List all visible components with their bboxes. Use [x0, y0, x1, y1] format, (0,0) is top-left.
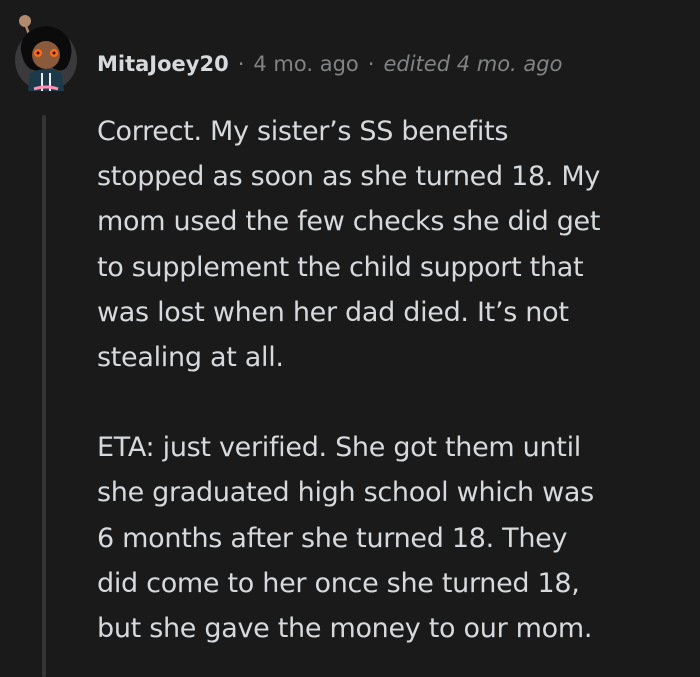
meta-separator: · [237, 52, 245, 76]
edited-label: edited 4 mo. ago [383, 52, 563, 76]
comment-line: but she gave the money to our mom. [97, 613, 593, 645]
comment-line: Correct. My sister’s SS benefits [97, 116, 509, 147]
comment-line: did come to her once she turned 18, [97, 567, 580, 599]
avatar[interactable] [12, 15, 78, 91]
comment-line: stealing at all. [97, 342, 284, 374]
username-link[interactable]: MitaJoey20 [97, 47, 229, 81]
comment-meta: MitaJoey20 · 4 mo. ago · edited 4 mo. ag… [97, 47, 562, 81]
comment-line: mom used the few checks she did get [97, 206, 601, 238]
snoo-avatar-icon [15, 15, 77, 91]
comment-line: ETA: just verified. She got them until [97, 432, 581, 464]
timestamp-link[interactable]: 4 mo. ago [253, 47, 358, 81]
comment: MitaJoey20 · 4 mo. ago · edited 4 mo. ag… [0, 0, 700, 677]
meta-separator: · [367, 52, 375, 76]
comment-line: she graduated high school which was [97, 477, 594, 509]
comment-line: was lost when her dad died. It’s not [97, 296, 569, 328]
thread-collapse-line[interactable] [42, 115, 46, 677]
comment-line: to supplement the child support that [97, 251, 584, 283]
comment-body: Correct. My sister’s SS benefits stopped… [97, 109, 677, 651]
comment-line: 6 months after she turned 18. They [97, 522, 568, 554]
comment-line: stopped as soon as she turned 18. My [97, 161, 601, 193]
